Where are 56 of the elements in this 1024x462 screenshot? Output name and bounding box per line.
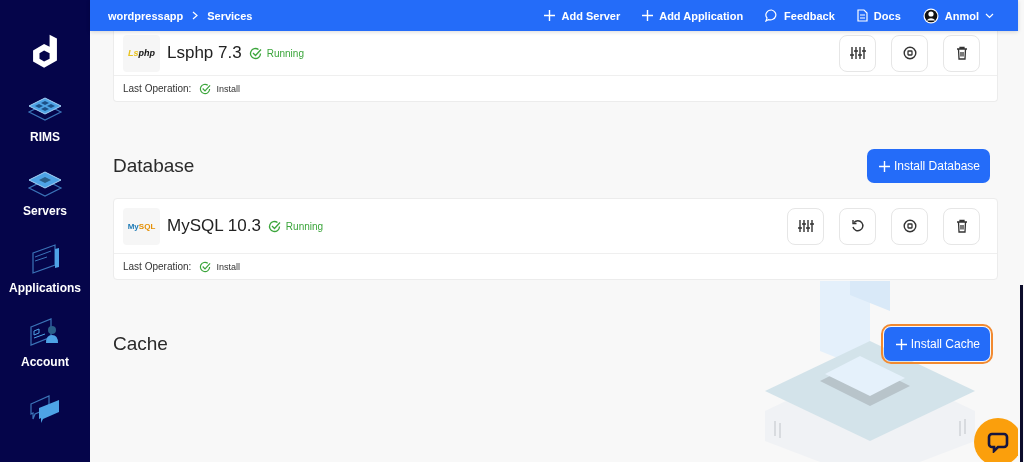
action-button[interactable]: [891, 34, 928, 72]
install-button[interactable]: Install Database: [866, 149, 990, 183]
sidebar-item[interactable]: Account: [21, 313, 69, 388]
action-button[interactable]: [839, 34, 876, 72]
check-circle-icon: [199, 260, 212, 273]
document-icon: [856, 9, 868, 22]
action-button[interactable]: [891, 207, 928, 245]
section-heading: Cache: [113, 333, 168, 355]
top-bar-link[interactable]: Add Server: [544, 9, 621, 22]
plus-icon: [544, 10, 556, 21]
sidebar-item[interactable]: RIMS: [27, 89, 63, 165]
last-operation-value: Install: [216, 261, 240, 272]
service-logo: MySQL: [123, 207, 160, 245]
last-operation-label: Last Operation:: [123, 261, 192, 272]
plus-icon: [895, 338, 907, 350]
action-button[interactable]: [787, 207, 824, 245]
last-operation-label: Last Operation:: [123, 83, 192, 94]
chevron-down-icon: [985, 12, 994, 19]
service-name: Lsphp 7.3: [167, 43, 242, 63]
chat-icon: [987, 431, 1009, 453]
check-circle-icon: [267, 219, 281, 233]
status-label: Running: [285, 220, 324, 232]
plus-icon: [878, 160, 890, 172]
avatar-icon: [922, 7, 939, 24]
action-button[interactable]: [943, 34, 980, 72]
logo-icon: [31, 33, 59, 70]
top-bar-link[interactable]: Add Application: [642, 9, 744, 22]
sliders-icon: [849, 46, 866, 60]
breadcrumb-link[interactable]: Services: [207, 9, 253, 22]
top-bar-link[interactable]: Feedback: [765, 9, 835, 22]
chat-button[interactable]: [974, 418, 1018, 462]
last-operation-value: Install: [216, 83, 240, 94]
restart-icon: [850, 219, 865, 233]
install-button[interactable]: Install Cache: [883, 327, 990, 361]
chevron-right-icon: [192, 11, 199, 20]
check-circle-icon: [199, 82, 212, 95]
sidebar-item[interactable]: Applications: [9, 238, 81, 314]
action-button[interactable]: [943, 207, 980, 245]
trash-icon: [955, 219, 968, 233]
stop-icon: [902, 219, 917, 233]
scrollbar-thumb[interactable]: [1020, 285, 1023, 462]
stop-icon: [902, 46, 917, 60]
status-label: Running: [266, 47, 304, 59]
service-name: MySQL 10.3: [167, 216, 261, 236]
breadcrumb-link[interactable]: wordpressapp: [108, 9, 184, 22]
sidebar-item[interactable]: Servers: [22, 164, 67, 239]
check-circle-icon: [248, 46, 262, 60]
plus-icon: [642, 10, 654, 21]
top-bar-link[interactable]: Docs: [856, 9, 901, 22]
trash-icon: [955, 46, 968, 60]
action-button[interactable]: [839, 207, 876, 245]
sliders-icon: [797, 219, 814, 233]
speech-bubble-icon: [765, 9, 779, 22]
user-menu[interactable]: Anmol: [922, 7, 994, 24]
section-heading: Database: [113, 155, 195, 177]
service-logo: Lsphp: [123, 34, 160, 72]
